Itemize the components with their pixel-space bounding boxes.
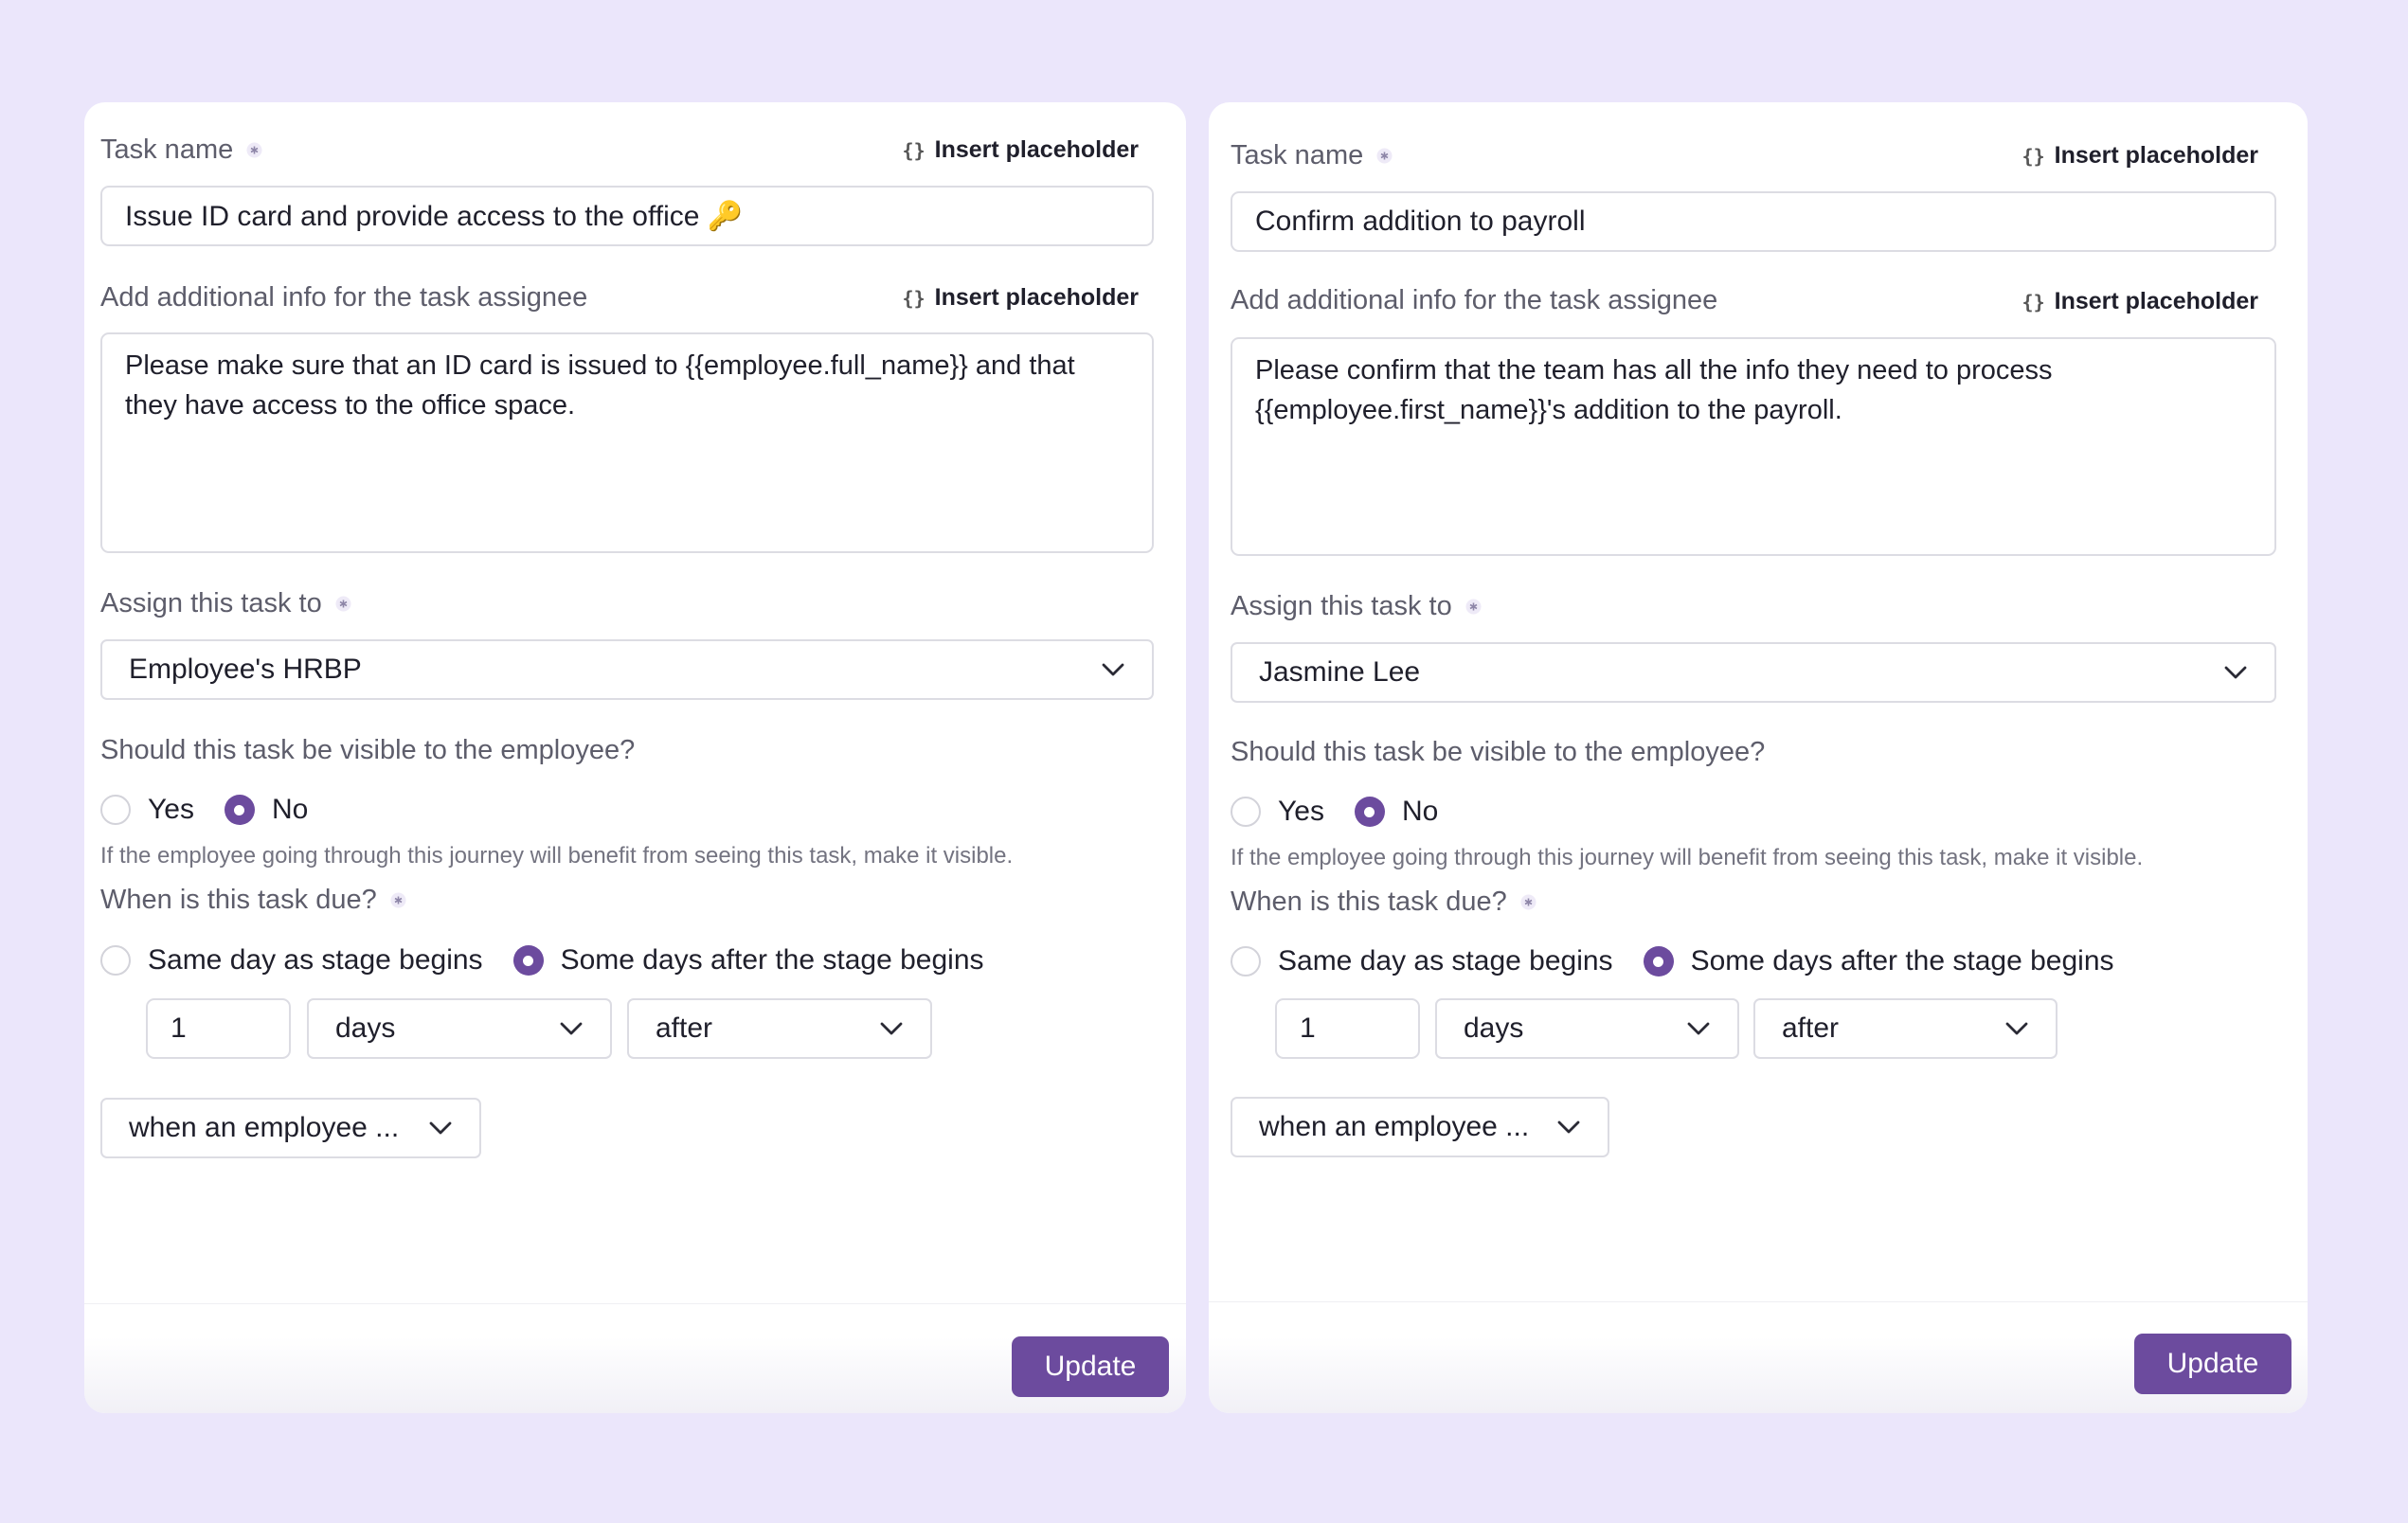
visibility-yes-option[interactable]: Yes xyxy=(100,794,194,826)
chevron-down-icon xyxy=(1687,1022,1710,1035)
chevron-down-icon xyxy=(560,1022,583,1035)
visibility-radio-group: Yes No xyxy=(1231,796,1468,828)
insert-placeholder-button-info[interactable]: {} Insert placeholder xyxy=(903,284,1139,312)
additional-info-textarea[interactable]: Please make sure that an ID card is issu… xyxy=(100,332,1154,553)
curly-braces-icon: {} xyxy=(902,138,925,162)
radio-yes[interactable] xyxy=(1231,797,1261,827)
task-name-label: Task name xyxy=(1231,140,1393,171)
footer-divider xyxy=(84,1303,1186,1304)
radio-same-day[interactable] xyxy=(1231,946,1261,977)
due-unit-select[interactable]: days xyxy=(1435,998,1739,1059)
visibility-radio-group: Yes No xyxy=(100,794,338,826)
curly-braces-icon: {} xyxy=(902,286,925,310)
due-radio-group: Same day as stage begins Some days after… xyxy=(1231,945,2145,977)
assignee-select[interactable]: Jasmine Lee xyxy=(1231,642,2276,703)
chevron-down-icon xyxy=(2005,1022,2028,1035)
chevron-down-icon xyxy=(880,1022,903,1035)
due-same-day-option[interactable]: Same day as stage begins xyxy=(1231,945,1613,977)
visibility-no-option[interactable]: No xyxy=(1354,796,1438,828)
chevron-down-icon xyxy=(1557,1120,1580,1134)
asterisk-icon xyxy=(246,142,262,158)
chevron-down-icon xyxy=(1102,663,1124,676)
task-name-input[interactable]: Issue ID card and provide access to the … xyxy=(100,186,1154,246)
task-form-panel-left: Task name {} Insert placeholder Issue ID… xyxy=(84,102,1186,1413)
additional-info-label: Add additional info for the task assigne… xyxy=(100,282,588,313)
additional-info-textarea[interactable]: Please confirm that the team has all the… xyxy=(1231,337,2276,556)
visibility-label: Should this task be visible to the emplo… xyxy=(100,735,636,765)
footer-divider xyxy=(1209,1301,2308,1302)
insert-placeholder-button[interactable]: {} Insert placeholder xyxy=(903,136,1139,164)
due-count-input[interactable]: 1 xyxy=(146,998,291,1059)
assign-task-label: Assign this task to xyxy=(1231,591,1482,622)
task-name-label: Task name xyxy=(100,134,262,166)
visibility-hint: If the employee going through this journ… xyxy=(100,843,1014,869)
due-some-days-option[interactable]: Some days after the stage begins xyxy=(1643,945,2114,977)
visibility-yes-option[interactable]: Yes xyxy=(1231,796,1324,828)
visibility-no-option[interactable]: No xyxy=(224,794,308,826)
insert-placeholder-button[interactable]: {} Insert placeholder xyxy=(2022,142,2258,170)
asterisk-icon xyxy=(390,892,406,908)
task-form-panel-right: Task name {} Insert placeholder Confirm … xyxy=(1209,102,2308,1413)
due-relation-select[interactable]: after xyxy=(1753,998,2058,1059)
update-button[interactable]: Update xyxy=(2134,1334,2291,1394)
due-radio-group: Same day as stage begins Some days after… xyxy=(100,944,1015,977)
update-button[interactable]: Update xyxy=(1012,1336,1169,1397)
due-date-label: When is this task due? xyxy=(1231,887,1536,918)
due-some-days-option[interactable]: Some days after the stage begins xyxy=(512,944,984,977)
additional-info-label: Add additional info for the task assigne… xyxy=(1231,285,1718,315)
chevron-down-icon xyxy=(429,1121,452,1135)
asterisk-icon xyxy=(1520,894,1536,910)
radio-no-checked[interactable] xyxy=(224,795,255,825)
visibility-hint: If the employee going through this journ… xyxy=(1231,845,2144,870)
radio-yes[interactable] xyxy=(100,795,131,825)
asterisk-icon xyxy=(1376,148,1393,164)
radio-some-days-checked[interactable] xyxy=(512,945,544,976)
due-unit-select[interactable]: days xyxy=(307,998,612,1059)
task-name-input[interactable]: Confirm addition to payroll xyxy=(1231,191,2276,252)
radio-no-checked[interactable] xyxy=(1354,797,1385,827)
assign-task-label: Assign this task to xyxy=(100,588,351,619)
chevron-down-icon xyxy=(2224,666,2247,679)
curly-braces-icon: {} xyxy=(2022,144,2045,168)
asterisk-icon xyxy=(335,596,351,612)
due-trigger-select[interactable]: when an employee ... xyxy=(1231,1097,1609,1157)
visibility-label: Should this task be visible to the emplo… xyxy=(1231,737,1766,767)
curly-braces-icon: {} xyxy=(2022,290,2045,314)
due-count-input[interactable]: 1 xyxy=(1275,998,1420,1059)
due-same-day-option[interactable]: Same day as stage begins xyxy=(100,944,483,977)
assignee-select[interactable]: Employee's HRBP xyxy=(100,639,1154,700)
due-date-label: When is this task due? xyxy=(100,885,406,916)
radio-some-days-checked[interactable] xyxy=(1643,946,1674,977)
radio-same-day[interactable] xyxy=(100,945,131,976)
due-relation-select[interactable]: after xyxy=(627,998,932,1059)
due-trigger-select[interactable]: when an employee ... xyxy=(100,1098,481,1158)
insert-placeholder-button-info[interactable]: {} Insert placeholder xyxy=(2022,288,2258,315)
asterisk-icon xyxy=(1465,599,1482,615)
